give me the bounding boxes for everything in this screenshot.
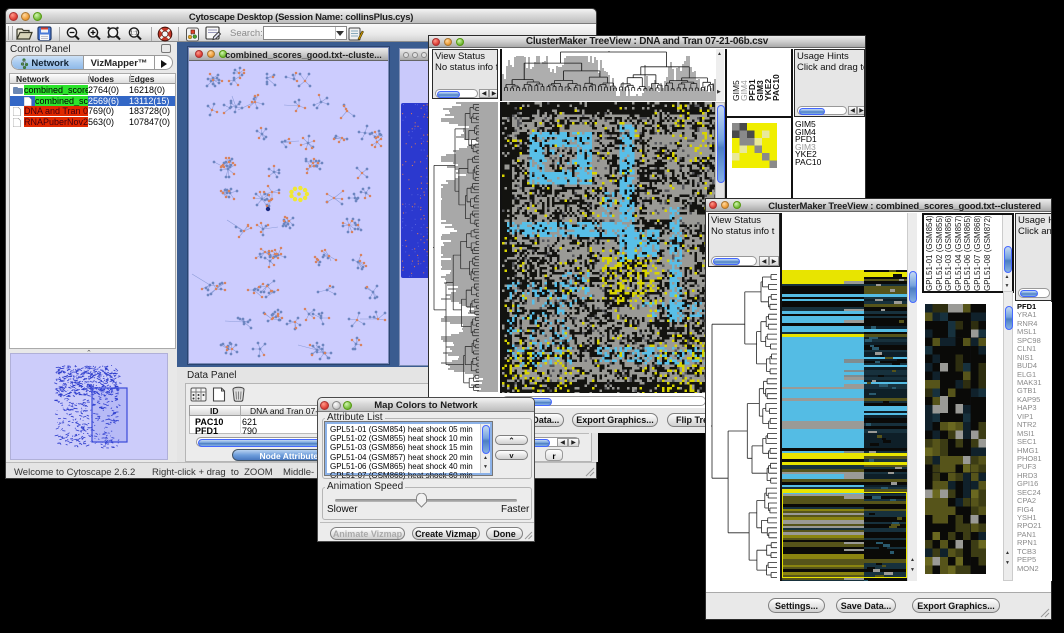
svg-text:1:1: 1:1 — [130, 31, 138, 37]
